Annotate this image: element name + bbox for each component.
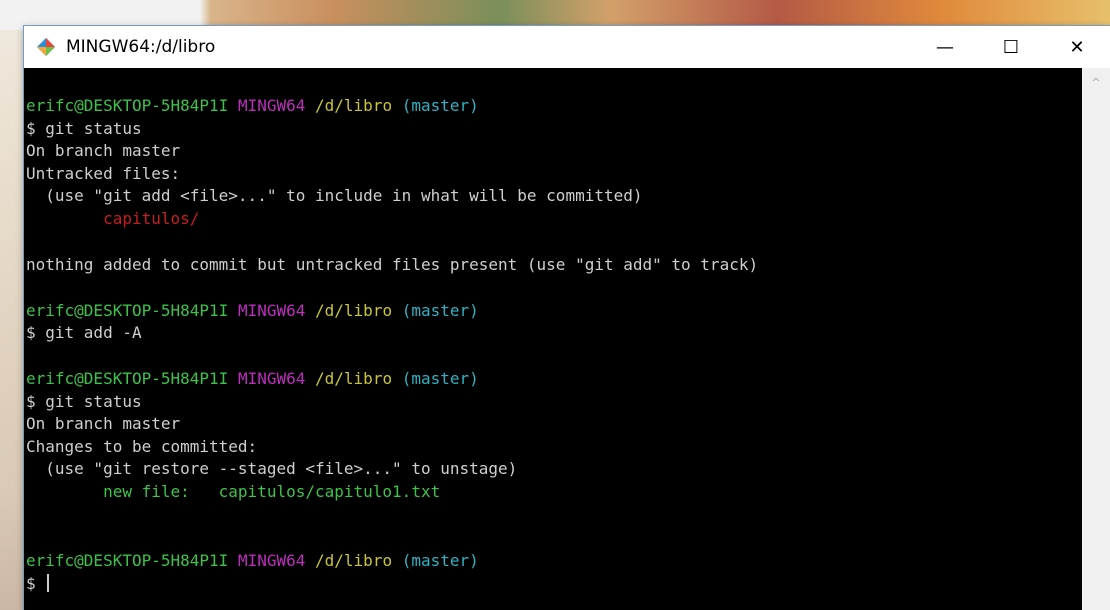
prompt-user: erifc@DESKTOP-5H84P1I [26,369,229,388]
staged-file: capitulos/capitulo1.txt [218,481,441,501]
output-line: nothing added to commit but untracked fi… [26,254,759,274]
close-icon: ✕ [1069,36,1085,58]
prompt-system: MINGW64 [237,369,306,388]
prompt-branch: (master) [401,96,479,115]
output-line: Changes to be committed: [26,436,258,456]
prompt-user: erifc@DESKTOP-5H84P1I [26,300,229,320]
prompt-path: /d/libro [315,96,393,115]
output-line: On branch master [26,414,181,433]
command-line: $ git status [26,118,142,138]
untracked-file: capitulos/ [26,208,200,228]
output-line: On branch master [26,141,181,160]
scroll-up-button[interactable]: ^ [1082,68,1110,96]
chevron-up-icon: ^ [1091,75,1101,89]
staged-file-line: new file: capitulos/capitulo1.txt [24,481,1082,504]
prompt-symbol: $ [26,573,46,593]
prompt-line: erifc@DESKTOP-5H84P1I MINGW64 /d/libro (… [24,95,1082,118]
output-line: (use "git add <file>..." to include in w… [26,186,643,205]
prompt-branch: (master) [401,369,479,388]
minimize-icon: — [936,36,954,58]
desktop-background [0,30,24,610]
prompt-path: /d/libro [315,369,393,388]
prompt-line: erifc@DESKTOP-5H84P1I MINGW64 /d/libro (… [24,368,1082,391]
maximize-button[interactable]: ☐ [978,26,1044,68]
maximize-icon: ☐ [1002,36,1020,58]
staged-label: new file: [26,481,219,501]
prompt-user: erifc@DESKTOP-5H84P1I [26,96,229,115]
vertical-scrollbar[interactable]: ^ [1082,68,1110,610]
prompt-system: MINGW64 [237,551,306,570]
output-line: Untracked files: [26,163,181,183]
prompt-system: MINGW64 [237,96,306,115]
prompt-line: erifc@DESKTOP-5H84P1I MINGW64 /d/libro (… [24,550,1082,573]
window-title: MINGW64:/d/libro [66,37,216,57]
prompt-branch: (master) [401,300,479,320]
output-line: (use "git restore --staged <file>..." to… [26,459,518,478]
terminal-window: MINGW64:/d/libro — ☐ ✕ erifc@DESKTOP-5H8… [24,26,1110,610]
title-bar[interactable]: MINGW64:/d/libro — ☐ ✕ [24,26,1110,68]
prompt-system: MINGW64 [237,300,306,320]
command-line: $ git status [26,391,142,411]
prompt-branch: (master) [401,551,479,570]
text-cursor [47,573,50,592]
prompt-path: /d/libro [315,551,393,570]
input-line[interactable]: $ [24,573,1082,596]
prompt-user: erifc@DESKTOP-5H84P1I [26,551,229,570]
git-bash-icon[interactable] [36,37,56,57]
window-controls: — ☐ ✕ [912,26,1110,68]
prompt-path: /d/libro [315,300,393,320]
minimize-button[interactable]: — [912,26,978,68]
close-button[interactable]: ✕ [1044,26,1110,68]
command-line: $ git add -A [26,323,142,342]
prompt-line: erifc@DESKTOP-5H84P1I MINGW64 /d/libro (… [24,300,1082,323]
terminal-output[interactable]: erifc@DESKTOP-5H84P1I MINGW64 /d/libro (… [24,68,1082,610]
